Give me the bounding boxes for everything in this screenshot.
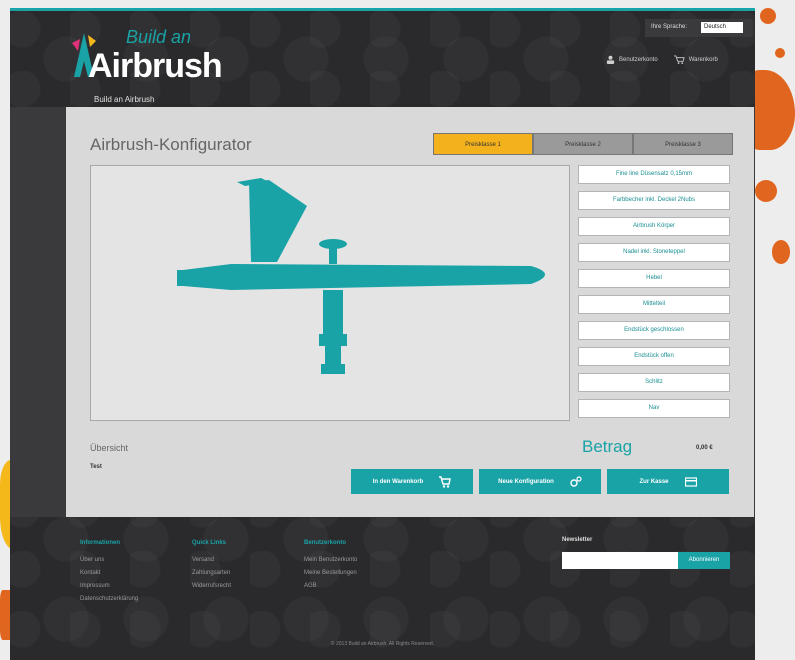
option-nozzle-set[interactable]: Fine line Düsensatz 0,15mm — [578, 165, 730, 184]
user-icon — [606, 55, 615, 64]
logo-subtitle: Build an — [126, 27, 192, 47]
summary-text: Test — [90, 464, 102, 470]
option-end-closed[interactable]: Endstück geschlossen — [578, 321, 730, 340]
copyright-text: © 2013 Build an Airbrush. All Rights Res… — [330, 641, 435, 647]
action-buttons: In den Warenkorb Neue Konfiguration Zur … — [351, 469, 729, 494]
option-body[interactable]: Airbrush Körper — [578, 217, 730, 236]
footer-link[interactable]: Kontakt — [80, 567, 138, 580]
footer-column-info: Informationen Über uns Kontakt Impressum… — [80, 537, 138, 606]
footer-column-quicklinks: Quick Links Versand Zahlungsarten Widerr… — [192, 537, 231, 593]
option-color-cup[interactable]: Farbbecher inkl. Deckel 2Nubs — [578, 191, 730, 210]
breadcrumb[interactable]: Build an Airbrush — [94, 95, 154, 104]
footer-link[interactable]: Zahlungsarten — [192, 567, 231, 580]
paint-splatter — [772, 240, 790, 264]
newsletter-heading: Newsletter — [562, 537, 593, 543]
price-class-tabs: Preisklasse 1 Preisklasse 2 Preisklasse … — [433, 133, 733, 155]
footer-link[interactable]: Widerrufsrecht — [192, 580, 231, 593]
new-configuration-button[interactable]: Neue Konfiguration — [479, 469, 601, 494]
left-sidebar — [10, 107, 66, 517]
add-to-cart-label: In den Warenkorb — [372, 478, 424, 485]
footer-link[interactable]: Datenschutzerklärung — [80, 593, 138, 606]
option-lever[interactable]: Hebel — [578, 269, 730, 288]
right-sidebar — [754, 107, 755, 517]
option-end-open[interactable]: Endstück offen — [578, 347, 730, 366]
cart-label: Warenkorb — [688, 56, 718, 63]
option-extra[interactable]: Nav — [578, 399, 730, 418]
amount-value: 0,00 € — [696, 445, 713, 451]
newsletter-box: Newsletter Abonnieren — [562, 537, 730, 570]
summary-label: Übersicht — [90, 443, 129, 453]
footer-link[interactable]: AGB — [304, 580, 357, 593]
paint-splatter — [760, 8, 776, 24]
language-label: Ihre Sprache: — [651, 24, 688, 30]
language-switcher: Ihre Sprache: Deutsch — [645, 19, 753, 37]
new-configuration-label: Neue Konfiguration — [498, 478, 554, 485]
footer-heading: Quick Links — [192, 540, 227, 546]
footer-heading: Informationen — [80, 540, 120, 546]
airbrush-icon — [177, 178, 545, 374]
site-footer: Informationen Über uns Kontakt Impressum… — [10, 517, 755, 660]
footer-link[interactable]: Mein Benutzerkonto — [304, 554, 357, 567]
gears-icon — [570, 475, 582, 487]
site-frame: Build an Airbrush Ihre Sprache: Deutsch … — [10, 8, 755, 660]
footer-link[interactable]: Impressum — [80, 580, 138, 593]
airbrush-preview — [90, 165, 570, 421]
account-link[interactable]: Benutzerkonto — [606, 55, 658, 64]
logo-title: Airbrush — [88, 47, 223, 85]
part-options: Fine line Düsensatz 0,15mm Farbbecher in… — [578, 165, 730, 425]
cart-icon — [673, 55, 685, 64]
paint-splatter — [755, 180, 777, 202]
footer-link[interactable]: Meine Bestellungen — [304, 567, 357, 580]
tab-price-class-1[interactable]: Preisklasse 1 — [433, 133, 533, 155]
option-slot[interactable]: Schlitz — [578, 373, 730, 392]
cart-icon — [439, 475, 452, 488]
site-logo[interactable]: Build an Airbrush — [70, 25, 223, 85]
credit-card-icon — [684, 476, 697, 487]
cart-link[interactable]: Warenkorb — [673, 55, 718, 64]
language-select[interactable]: Deutsch — [701, 22, 743, 33]
footer-heading: Benutzerkonto — [304, 540, 346, 546]
amount-label: Betrag — [582, 437, 633, 456]
footer-link[interactable]: Über uns — [80, 554, 138, 567]
checkout-button[interactable]: Zur Kasse — [607, 469, 729, 494]
footer-column-account: Benutzerkonto Mein Benutzerkonto Meine B… — [304, 537, 357, 593]
checkout-label: Zur Kasse — [639, 478, 669, 485]
account-label: Benutzerkonto — [619, 56, 658, 63]
option-needle[interactable]: Nadel inkl. Stoneteppel — [578, 243, 730, 262]
option-middle-part[interactable]: Mittelteil — [578, 295, 730, 314]
footer-link[interactable]: Versand — [192, 554, 231, 567]
tab-price-class-3[interactable]: Preisklasse 3 — [633, 133, 733, 155]
account-links: Benutzerkonto Warenkorb — [606, 55, 718, 64]
paint-splatter — [775, 48, 785, 58]
add-to-cart-button[interactable]: In den Warenkorb — [351, 469, 473, 494]
tab-price-class-2[interactable]: Preisklasse 2 — [533, 133, 633, 155]
subscribe-button[interactable]: Abonnieren — [678, 552, 730, 569]
configurator-panel: Airbrush-Konfigurator Preisklasse 1 Prei… — [66, 107, 754, 517]
newsletter-email-input[interactable] — [562, 552, 678, 569]
page-title: Airbrush-Konfigurator — [90, 135, 252, 154]
